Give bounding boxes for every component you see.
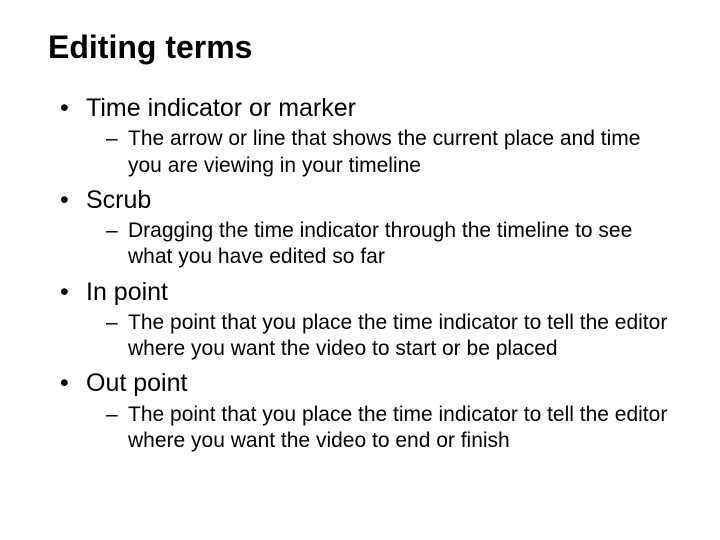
- definition-list: Dragging the time indicator through the …: [86, 218, 672, 271]
- slide: Editing terms Time indicator or marker T…: [0, 0, 720, 454]
- definition-item: Dragging the time indicator through the …: [106, 218, 672, 271]
- term-label: Scrub: [86, 186, 151, 214]
- definition-item: The point that you place the time indica…: [106, 310, 672, 363]
- term-label: In point: [86, 278, 168, 306]
- definition-list: The arrow or line that shows the current…: [86, 126, 672, 179]
- list-item: In point The point that you place the ti…: [60, 277, 672, 363]
- list-item: Time indicator or marker The arrow or li…: [60, 93, 672, 179]
- definition-item: The arrow or line that shows the current…: [106, 126, 672, 179]
- slide-title: Editing terms: [48, 30, 672, 65]
- term-label: Out point: [86, 369, 187, 397]
- term-label: Time indicator or marker: [86, 94, 356, 122]
- definition-list: The point that you place the time indica…: [86, 402, 672, 455]
- term-list: Time indicator or marker The arrow or li…: [48, 93, 672, 454]
- definition-list: The point that you place the time indica…: [86, 310, 672, 363]
- list-item: Out point The point that you place the t…: [60, 368, 672, 454]
- list-item: Scrub Dragging the time indicator throug…: [60, 185, 672, 271]
- definition-item: The point that you place the time indica…: [106, 402, 672, 455]
